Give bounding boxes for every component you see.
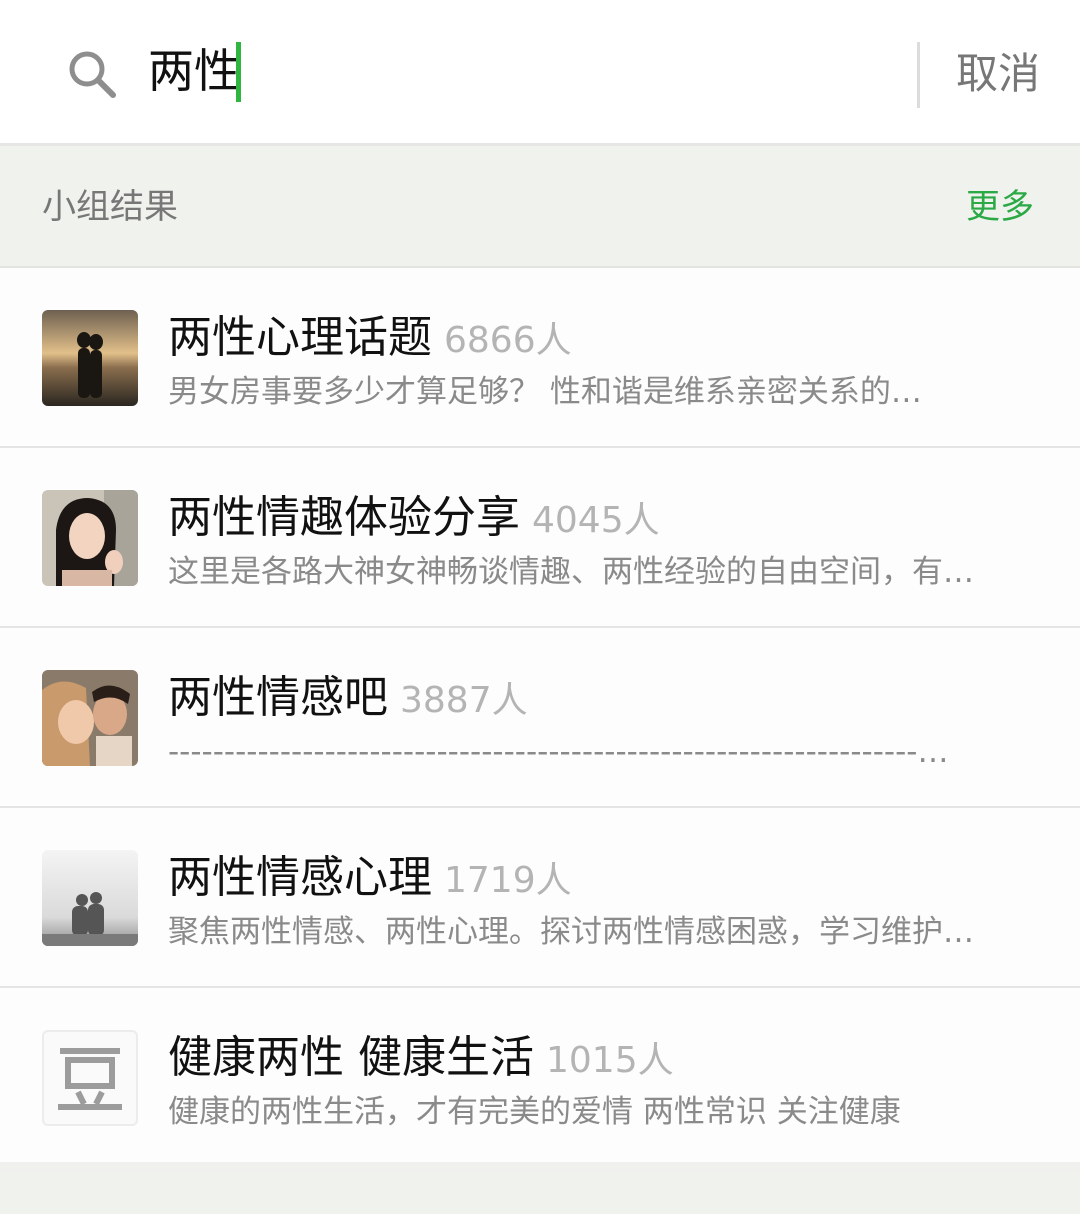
search-divider	[917, 42, 920, 108]
group-description: 健康的两性生活，才有完美的爱情 两性常识 关注健康	[168, 1094, 901, 1130]
group-results-header: 小组结果 更多	[0, 146, 1080, 268]
bottom-background	[0, 1172, 1080, 1214]
search-bar: 两性 取消	[0, 0, 1080, 146]
cancel-button[interactable]: 取消	[956, 44, 1040, 104]
douban-default-avatar	[42, 1030, 138, 1126]
group-description: 聚焦两性情感、两性心理。探讨两性情感困惑，学习维护…	[168, 914, 974, 950]
search-icon	[66, 48, 118, 100]
member-count: 3887人	[400, 680, 528, 721]
member-count: 6866人	[444, 320, 572, 361]
group-name: 两性心理话题	[168, 312, 432, 363]
more-button[interactable]: 更多	[966, 186, 1034, 228]
group-results-list: 两性心理话题 6866人 男女房事要多少才算足够？ 性和谐是维系亲密关系的… 两性…	[0, 268, 1080, 1162]
group-description: 这里是各路大神女神畅谈情趣、两性经验的自由空间，有…	[168, 554, 974, 590]
group-result-item[interactable]: 健康两性 健康生活 1015人 健康的两性生活，才有完美的爱情 两性常识 关注健康	[0, 988, 1080, 1162]
member-count: 1719人	[444, 860, 572, 901]
group-name: 健康两性 健康生活	[168, 1032, 534, 1083]
group-avatar	[42, 850, 138, 946]
group-name: 两性情趣体验分享	[168, 492, 520, 543]
member-count: 4045人	[532, 500, 660, 541]
group-title-line: 两性情趣体验分享 4045人	[168, 490, 1048, 546]
group-result-item[interactable]: 两性心理话题 6866人 男女房事要多少才算足够？ 性和谐是维系亲密关系的…	[0, 268, 1080, 448]
group-title-line: 健康两性 健康生活 1015人	[168, 1030, 1048, 1086]
group-title-line: 两性情感心理 1719人	[168, 850, 1048, 906]
group-name: 两性情感心理	[168, 852, 432, 903]
douban-logo-icon	[58, 1048, 122, 1110]
group-result-item[interactable]: 两性情感心理 1719人 聚焦两性情感、两性心理。探讨两性情感困惑，学习维护…	[0, 808, 1080, 988]
group-avatar	[42, 490, 138, 586]
group-name: 两性情感吧	[168, 672, 388, 723]
group-avatar	[42, 310, 138, 406]
group-description: ----------------------------------------…	[168, 734, 949, 770]
section-title: 小组结果	[42, 187, 178, 227]
group-result-item[interactable]: 两性情感吧 3887人 -----------------------------…	[0, 628, 1080, 808]
search-input[interactable]: 两性	[148, 40, 240, 102]
group-avatar	[42, 670, 138, 766]
group-title-line: 两性心理话题 6866人	[168, 310, 1048, 366]
member-count: 1015人	[546, 1040, 674, 1081]
group-result-item[interactable]: 两性情趣体验分享 4045人 这里是各路大神女神畅谈情趣、两性经验的自由空间，有…	[0, 448, 1080, 628]
group-title-line: 两性情感吧 3887人	[168, 670, 1048, 726]
text-caret	[236, 42, 241, 102]
group-description: 男女房事要多少才算足够？ 性和谐是维系亲密关系的…	[168, 374, 922, 410]
